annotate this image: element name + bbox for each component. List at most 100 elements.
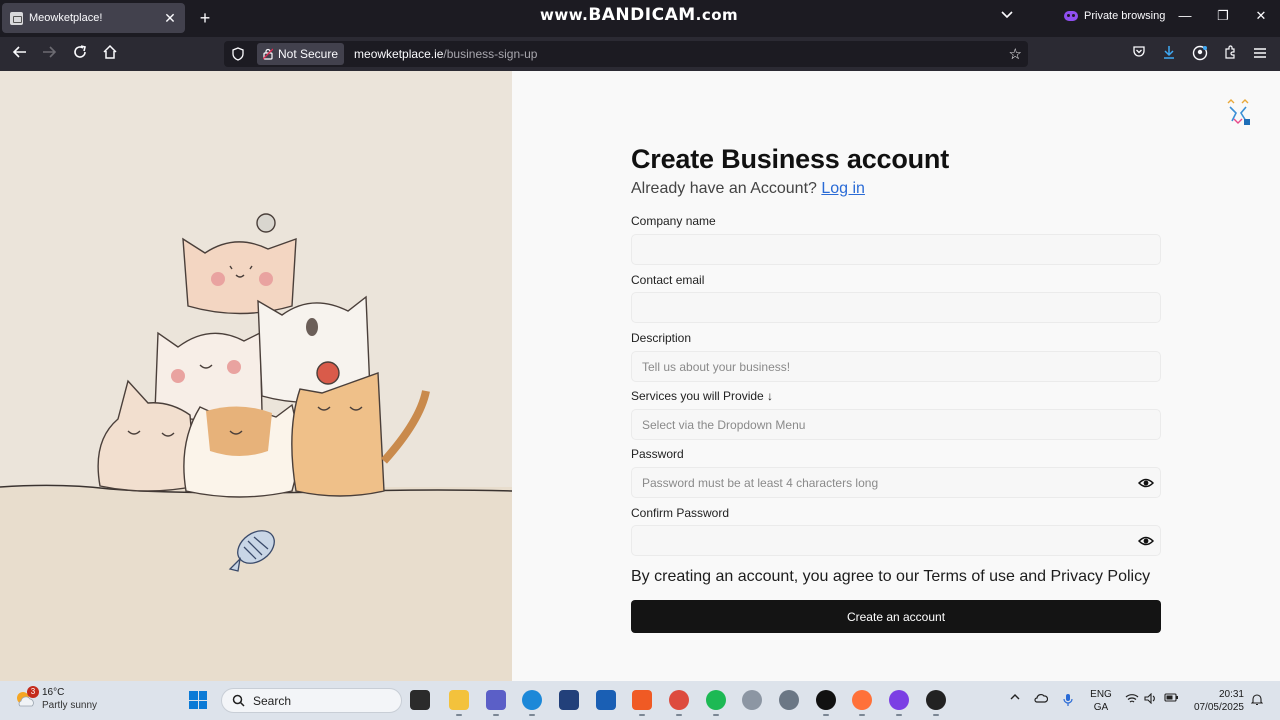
not-secure-badge[interactable]: Not Secure bbox=[257, 43, 345, 65]
services-placeholder: Select via the Dropdown Menu bbox=[642, 417, 806, 432]
bookmark-star-icon[interactable]: ☆ bbox=[1009, 45, 1022, 63]
partly-sunny-icon: 3 bbox=[14, 686, 39, 710]
microsoft-store-icon[interactable] bbox=[596, 690, 616, 710]
edge-browser-icon[interactable] bbox=[522, 690, 542, 716]
close-window-button[interactable]: ✕ bbox=[1251, 8, 1271, 24]
windows-taskbar: 3 16°C Partly sunny Search ENG GA 20:31 … bbox=[0, 681, 1280, 720]
minimize-window-button[interactable]: — bbox=[1175, 8, 1195, 23]
url-bar[interactable]: Not Secure meowketplace.ie/business-sign… bbox=[224, 41, 1028, 67]
company-name-label: Company name bbox=[631, 214, 716, 228]
weather-text: 16°C Partly sunny bbox=[42, 686, 97, 712]
file-explorer-icon[interactable] bbox=[449, 690, 469, 716]
reload-icon[interactable] bbox=[70, 44, 90, 64]
bottom-middle-cat bbox=[183, 403, 299, 498]
microphone-icon[interactable] bbox=[1063, 693, 1073, 710]
media-player-icon[interactable] bbox=[926, 690, 946, 716]
spotify-icon[interactable] bbox=[706, 690, 726, 716]
browser-navbar: Not Secure meowketplace.ie/business-sign… bbox=[0, 37, 1280, 71]
volume-speaker-icon[interactable] bbox=[1144, 692, 1157, 707]
clock-date: 07/05/2025 bbox=[1193, 702, 1244, 713]
home-icon[interactable] bbox=[100, 44, 120, 64]
account-avatar-icon[interactable] bbox=[1191, 45, 1209, 63]
bandicam-icon[interactable] bbox=[559, 690, 579, 710]
teams-icon[interactable] bbox=[486, 690, 506, 716]
app-icon[interactable] bbox=[742, 690, 762, 710]
new-tab-button[interactable]: + bbox=[195, 8, 215, 28]
windows-start-icon[interactable] bbox=[189, 691, 207, 709]
cat-pile-illustration bbox=[0, 71, 512, 681]
list-all-tabs-chevron-icon[interactable] bbox=[1000, 9, 1014, 23]
services-dropdown[interactable]: Select via the Dropdown Menu bbox=[631, 409, 1161, 440]
contact-email-input[interactable] bbox=[631, 292, 1161, 323]
contact-email-label: Contact email bbox=[631, 273, 705, 287]
private-browsing-label: Private browsing bbox=[1084, 10, 1166, 22]
bottom-right-cat bbox=[291, 372, 430, 497]
settings-gear-icon[interactable] bbox=[779, 690, 799, 710]
show-confirm-password-eye-icon[interactable] bbox=[1138, 534, 1154, 548]
tab-title: Meowketplace! bbox=[29, 12, 103, 24]
clock-time: 20:31 bbox=[1218, 689, 1244, 700]
notification-bell-icon[interactable] bbox=[1250, 693, 1264, 709]
password-placeholder: Password must be at least 4 characters l… bbox=[642, 475, 879, 490]
top-cat bbox=[182, 213, 297, 315]
description-label: Description bbox=[631, 331, 692, 345]
language-code: ENG bbox=[1090, 689, 1112, 700]
firefox-private-icon[interactable] bbox=[889, 690, 909, 716]
page-favicon-icon bbox=[10, 11, 23, 25]
fish-bone-icon bbox=[228, 530, 275, 572]
brave-browser-icon[interactable] bbox=[632, 690, 652, 716]
password-label: Password bbox=[631, 447, 684, 461]
meowketplace-logo-icon[interactable] bbox=[1224, 97, 1254, 127]
firefox-icon[interactable] bbox=[852, 690, 872, 716]
record-icon[interactable] bbox=[816, 690, 836, 716]
description-placeholder: Tell us about your business! bbox=[642, 359, 791, 374]
task-view-icon[interactable] bbox=[410, 690, 430, 710]
url-host: meowketplace.ie bbox=[354, 47, 444, 61]
pocket-icon[interactable] bbox=[1130, 45, 1148, 63]
create-account-button[interactable]: Create an account bbox=[631, 600, 1161, 633]
password-input[interactable]: Password must be at least 4 characters l… bbox=[631, 467, 1161, 498]
watermark-suffix: .com bbox=[695, 6, 739, 24]
forward-arrow-icon[interactable] bbox=[39, 44, 59, 64]
extensions-puzzle-icon[interactable] bbox=[1221, 45, 1239, 63]
tab-meowketplace[interactable]: Meowketplace! ✕ bbox=[2, 3, 185, 33]
company-name-input[interactable] bbox=[631, 234, 1161, 265]
show-hidden-icons-chevron-icon[interactable] bbox=[1010, 693, 1020, 704]
page-content: Create Business account Already have an … bbox=[0, 71, 1280, 681]
terms-notice: By creating an account, you agree to our… bbox=[631, 568, 1151, 585]
page-title: Create Business account bbox=[631, 144, 950, 174]
url-text[interactable]: meowketplace.ie/business-sign-up bbox=[354, 47, 537, 61]
input-language-indicator[interactable]: ENG GA bbox=[1090, 688, 1112, 714]
weather-alert-badge: 3 bbox=[27, 686, 39, 698]
private-browsing-indicator: Private browsing bbox=[1064, 10, 1165, 22]
cats-drawing bbox=[0, 213, 512, 572]
taskbar-search[interactable]: Search bbox=[221, 688, 402, 713]
confirm-password-input[interactable] bbox=[631, 525, 1161, 556]
services-label: Services you will Provide ↓ bbox=[631, 389, 774, 403]
system-clock[interactable]: 20:31 07/05/2025 bbox=[1190, 688, 1244, 714]
weather-widget[interactable]: 3 16°C Partly sunny bbox=[14, 686, 97, 712]
url-path: /business-sign-up bbox=[443, 47, 538, 61]
tracking-shield-icon[interactable] bbox=[231, 47, 245, 61]
confirm-password-label: Confirm Password bbox=[631, 506, 730, 520]
weather-condition: Partly sunny bbox=[42, 700, 98, 711]
watermark-prefix: www. bbox=[540, 6, 589, 24]
restore-window-button[interactable]: ❐ bbox=[1213, 8, 1233, 24]
description-input[interactable]: Tell us about your business! bbox=[631, 351, 1161, 382]
onedrive-cloud-icon[interactable] bbox=[1034, 693, 1049, 706]
tab-close-icon[interactable]: ✕ bbox=[163, 11, 177, 25]
insecure-lock-icon bbox=[263, 48, 273, 60]
wifi-icon[interactable] bbox=[1125, 693, 1139, 707]
login-prompt: Already have an Account? Log in bbox=[631, 180, 865, 198]
show-password-eye-icon[interactable] bbox=[1138, 476, 1154, 490]
battery-icon[interactable] bbox=[1164, 693, 1179, 705]
app-menu-hamburger-icon[interactable] bbox=[1251, 45, 1269, 63]
login-link[interactable]: Log in bbox=[821, 180, 865, 197]
chrome-browser-icon[interactable] bbox=[669, 690, 689, 716]
recording-watermark: www.BANDICAM.com bbox=[540, 5, 738, 25]
not-secure-label: Not Secure bbox=[278, 47, 339, 61]
browser-titlebar: Meowketplace! ✕ + www.BANDICAM.com Priva… bbox=[0, 0, 1280, 37]
downloads-icon[interactable] bbox=[1160, 45, 1178, 63]
keyboard-layout-code: GA bbox=[1093, 702, 1109, 713]
back-arrow-icon[interactable] bbox=[10, 44, 30, 64]
